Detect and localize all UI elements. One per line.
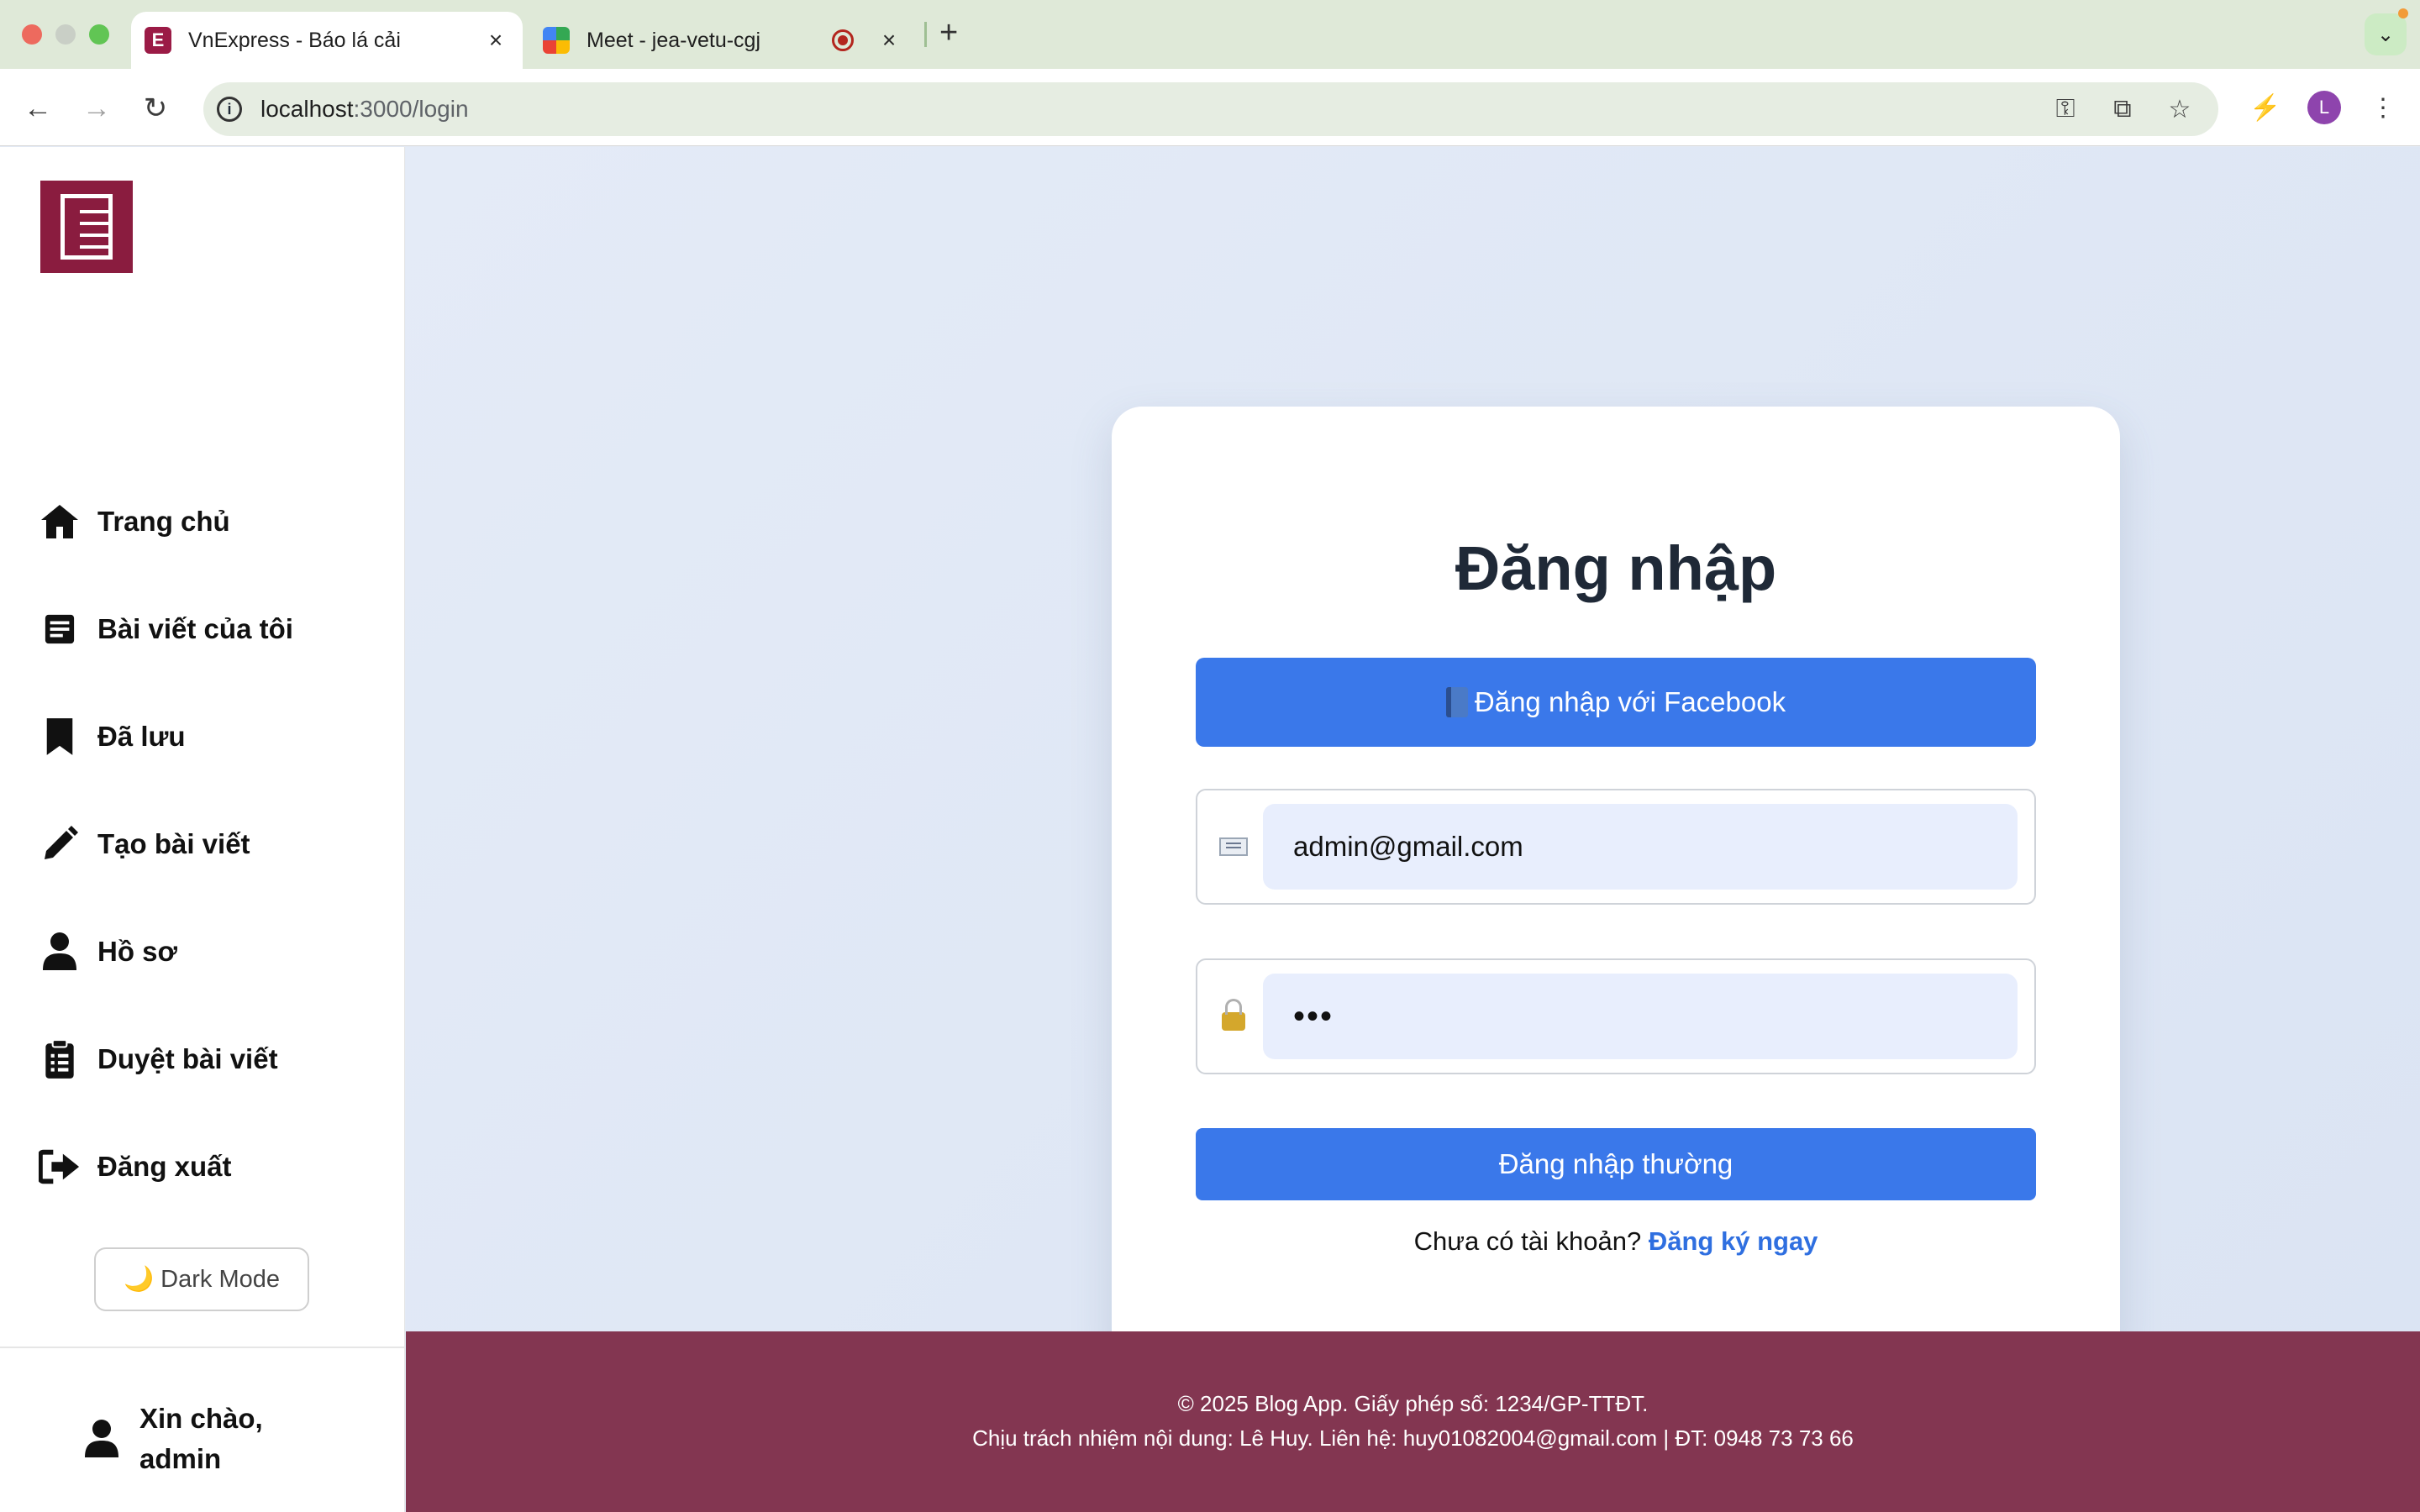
sidebar-item-saved[interactable]: Đã lưu: [39, 711, 186, 762]
browser-tab-strip: E VnExpress - Báo lá cải × Meet - jea-ve…: [0, 0, 2420, 69]
forward-arrow-icon[interactable]: →: [76, 87, 118, 129]
signup-prompt: Chưa có tài khoản? Đăng ký ngay: [1112, 1226, 2120, 1257]
url-text[interactable]: localhost:3000/login: [260, 96, 469, 123]
page-footer: © 2025 Blog App. Giấy phép số: 1234/GP-T…: [406, 1331, 2420, 1512]
home-icon: [39, 501, 81, 543]
sidebar-item-create-post[interactable]: Tạo bài viết: [39, 819, 250, 869]
signup-prompt-text: Chưa có tài khoản?: [1413, 1226, 1642, 1256]
login-card: Đăng nhập Đăng nhập với Facebook Đăng nh…: [1112, 407, 2120, 1364]
tab-meet[interactable]: Meet - jea-vetu-cgj ×: [529, 12, 916, 69]
sidebar-item-my-posts[interactable]: Bài viết của tôi: [39, 604, 293, 654]
logout-icon: [39, 1146, 81, 1188]
email-field-group: [1196, 789, 2036, 905]
facebook-login-button[interactable]: Đăng nhập với Facebook: [1196, 658, 2036, 747]
password-key-icon[interactable]: ⚿: [2047, 91, 2084, 128]
sidebar-item-home[interactable]: Trang chủ: [39, 496, 230, 547]
sidebar-item-profile[interactable]: Hồ sơ: [39, 927, 177, 977]
envelope-icon: [1218, 827, 1249, 866]
tab-separator: [924, 22, 927, 47]
site-info-icon[interactable]: i: [217, 97, 242, 122]
pencil-icon: [39, 823, 81, 865]
tab-search-button[interactable]: ⌄: [2365, 13, 2407, 55]
article-icon: [39, 608, 81, 650]
email-field[interactable]: [1263, 804, 2018, 890]
sidebar-item-label: Duyệt bài viết: [97, 1043, 278, 1074]
sidebar-item-label: Tạo bài viết: [97, 828, 250, 859]
user-icon: [39, 931, 81, 973]
meet-favicon-icon: [543, 27, 570, 54]
reload-icon[interactable]: ↻: [134, 87, 176, 129]
main-content: Đăng nhập Đăng nhập với Facebook Đăng nh…: [406, 147, 2420, 1364]
new-tab-icon[interactable]: +: [939, 15, 958, 51]
sidebar-item-label: Hồ sơ: [97, 936, 177, 967]
user-icon: [81, 1418, 123, 1460]
url-host: localhost: [260, 96, 354, 122]
browser-toolbar: ← → ↻ i localhost:3000/login ⚿ ⧉ ☆ ⚡ L ⋮: [0, 69, 2420, 146]
url-path: :3000/login: [353, 96, 469, 122]
lock-icon: [1218, 997, 1249, 1036]
footer-copyright: © 2025 Blog App. Giấy phép số: 1234/GP-T…: [1177, 1391, 1649, 1416]
sidebar-item-review-posts[interactable]: Duyệt bài viết: [39, 1034, 278, 1084]
tab-title: VnExpress - Báo lá cải: [188, 28, 401, 52]
translate-icon[interactable]: ⧉: [2104, 91, 2141, 128]
tab-title: Meet - jea-vetu-cgj: [587, 28, 761, 52]
sidebar-item-label: Đã lưu: [97, 721, 186, 752]
signup-link[interactable]: Đăng ký ngay: [1649, 1226, 1818, 1256]
user-greeting: Xin chào, admin: [81, 1399, 308, 1479]
sidebar-item-label: Trang chủ: [97, 506, 230, 537]
back-arrow-icon[interactable]: ←: [17, 87, 59, 129]
address-bar[interactable]: i localhost:3000/login ⚿ ⧉ ☆: [203, 82, 2218, 136]
window-maximize-button[interactable]: [89, 24, 109, 45]
close-tab-icon[interactable]: ×: [876, 27, 902, 54]
sidebar-divider: [0, 1347, 405, 1348]
login-submit-button[interactable]: Đăng nhập thường: [1196, 1128, 2036, 1200]
bookmark-star-icon[interactable]: ☆: [2161, 91, 2198, 128]
page-title: Đăng nhập: [1455, 533, 1777, 603]
logo-e-icon: [60, 194, 113, 260]
bookmark-icon: [39, 716, 81, 758]
site-logo[interactable]: [40, 181, 133, 273]
clipboard-icon: [39, 1038, 81, 1080]
facebook-login-label: Đăng nhập với Facebook: [1474, 686, 1786, 717]
password-field-group: [1196, 958, 2036, 1074]
sidebar: Trang chủ Bài viết của tôi Đã lưu Tạo bà…: [0, 147, 405, 1512]
recording-icon: [832, 29, 854, 51]
close-tab-icon[interactable]: ×: [482, 27, 509, 54]
browser-menu-icon[interactable]: ⋮: [2363, 87, 2403, 128]
notification-dot: [2398, 8, 2408, 18]
extension-icon[interactable]: ⚡: [2245, 87, 2286, 128]
greeting-text: Xin chào, admin: [139, 1403, 263, 1474]
tab-vnexpress[interactable]: E VnExpress - Báo lá cải ×: [131, 12, 523, 69]
vnexpress-favicon-icon: E: [145, 27, 171, 54]
profile-avatar[interactable]: L: [2307, 91, 2341, 124]
sidebar-item-logout[interactable]: Đăng xuất: [39, 1142, 232, 1192]
password-field[interactable]: [1263, 974, 2018, 1059]
book-icon: [1445, 687, 1468, 717]
sidebar-item-label: Đăng xuất: [97, 1151, 232, 1182]
footer-contact: Chịu trách nhiệm nội dung: Lê Huy. Liên …: [972, 1425, 1854, 1451]
window-minimize-button[interactable]: [55, 24, 76, 45]
window-close-button[interactable]: [22, 24, 42, 45]
dark-mode-toggle[interactable]: 🌙 Dark Mode: [94, 1247, 309, 1311]
sidebar-item-label: Bài viết của tôi: [97, 613, 293, 644]
chevron-down-icon: ⌄: [2376, 23, 2395, 46]
